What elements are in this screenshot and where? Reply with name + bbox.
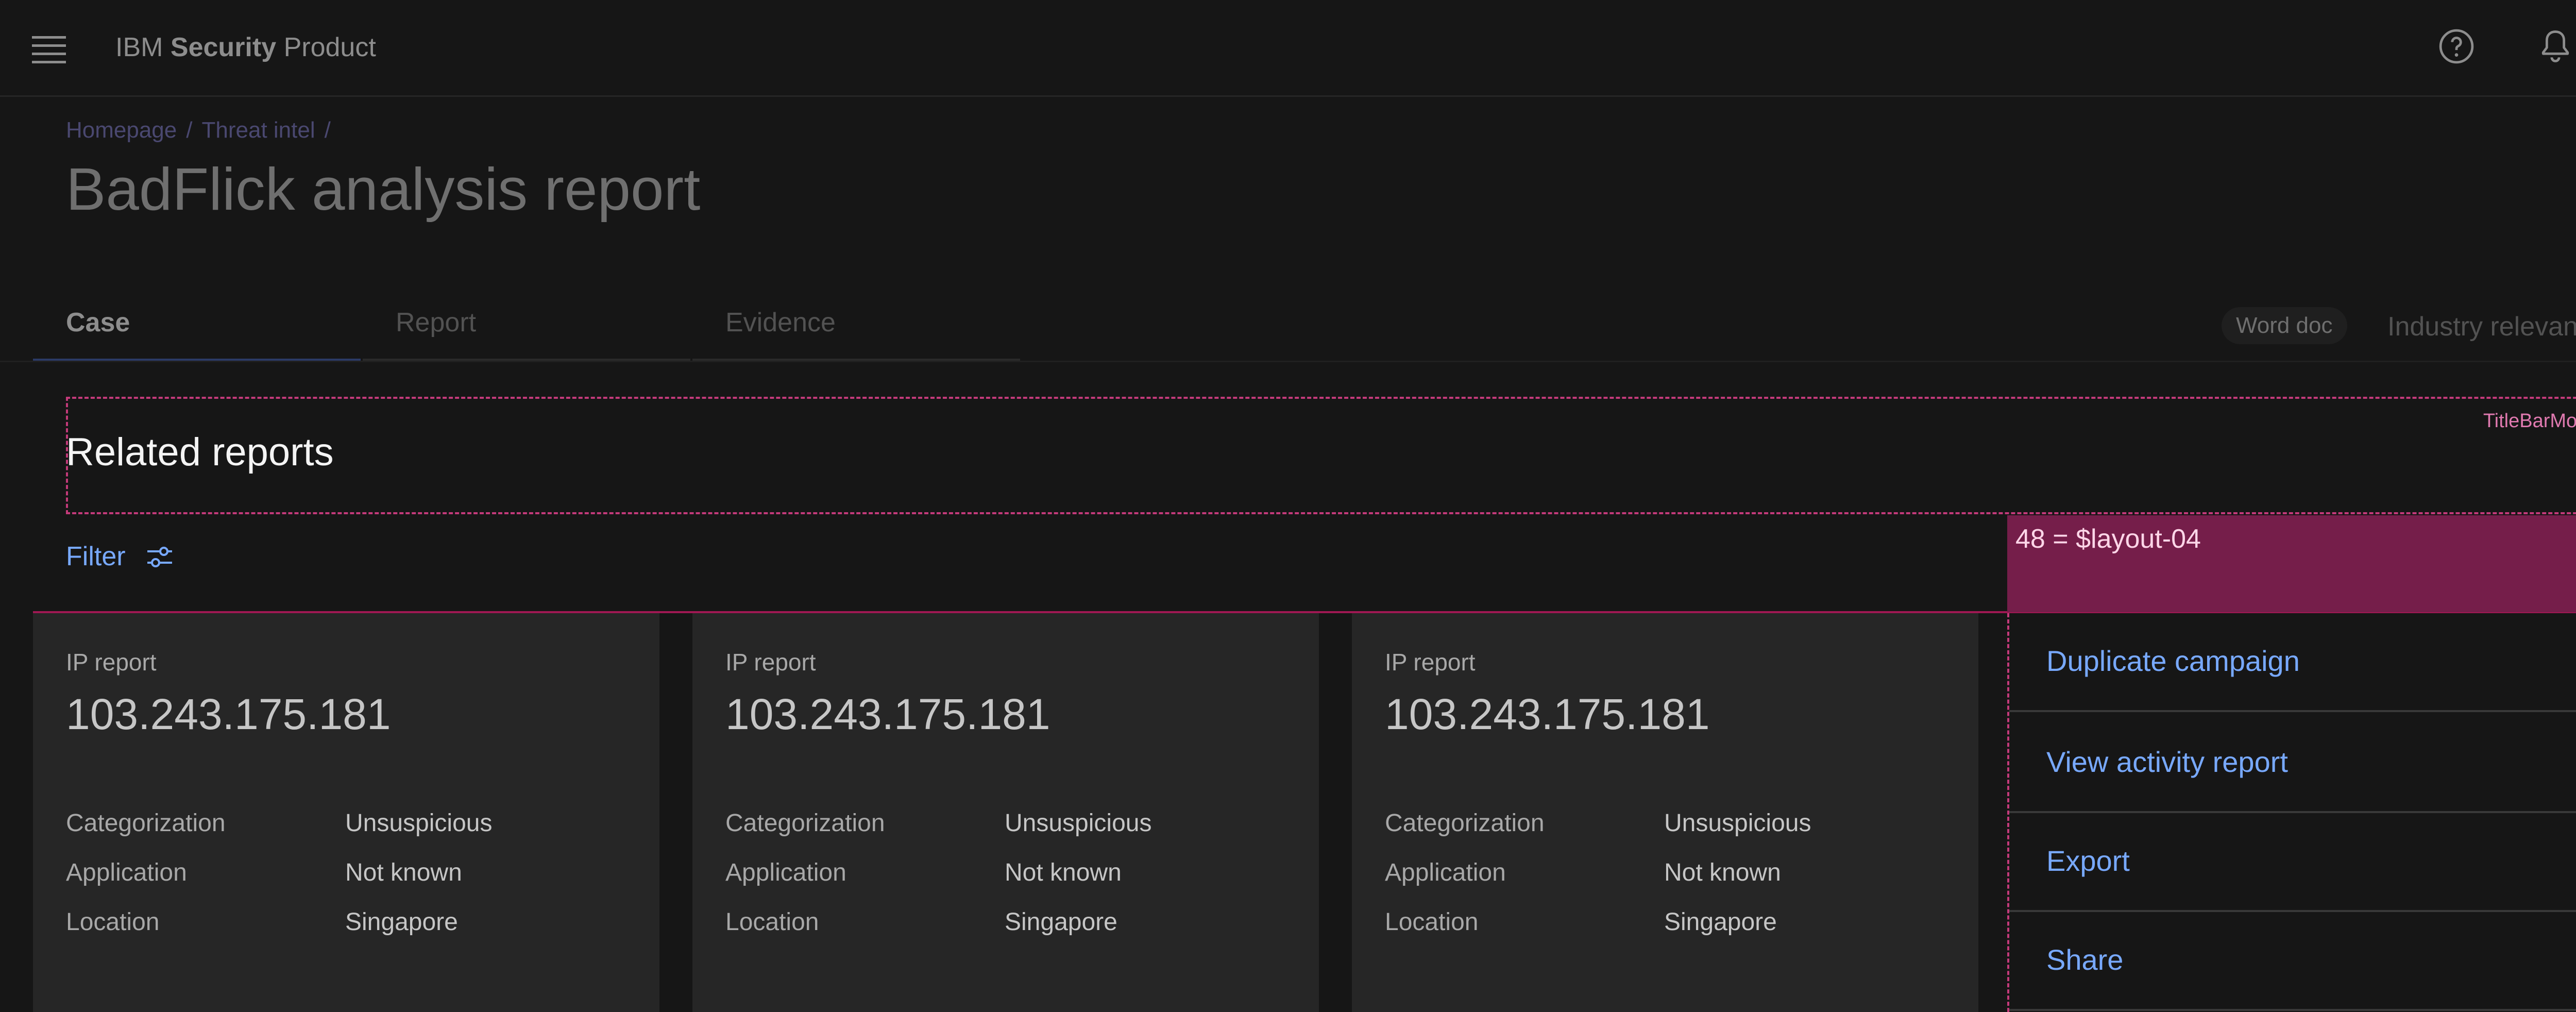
filter-label: Filter [66, 542, 126, 571]
notification-icon[interactable] [2535, 26, 2576, 67]
card-row-value: Singapore [1664, 908, 1777, 936]
tabs-divider [0, 361, 2576, 362]
share-icon [2574, 943, 2576, 976]
card-type: IP report [725, 649, 816, 676]
settings-adjust-icon [147, 547, 172, 567]
card-row-key: Application [1385, 859, 1506, 886]
brand-prefix: IBM [115, 32, 163, 62]
action-label: View activity report [2046, 746, 2288, 778]
card-row-value: Singapore [345, 908, 458, 936]
action-label: Share [2046, 943, 2124, 976]
ip-report-card[interactable]: IP report 103.243.175.181 Categorization… [1352, 613, 1978, 1012]
ip-report-card[interactable]: IP report 103.243.175.181 Categorization… [692, 613, 1319, 1012]
card-row-value: Singapore [1005, 908, 1117, 936]
industry-relevancy-link[interactable]: Industry relevancy [2387, 311, 2576, 342]
card-row-key: Categorization [725, 809, 885, 837]
tab-evidence[interactable]: Evidence [692, 289, 1020, 362]
card-row-key: Application [725, 859, 846, 886]
titlebar-module-outline: TitleBarModule [66, 397, 2576, 514]
action-label: Export [2046, 845, 2130, 877]
spacing-annotation: 48 = $layout-04 [2007, 515, 2576, 612]
breadcrumb-separator: / [186, 117, 193, 143]
breadcrumb-item-threat-intel[interactable]: Threat intel [202, 117, 315, 143]
card-row-key: Location [725, 908, 819, 936]
card-row-value: Not known [345, 859, 462, 886]
app-header: IBM Security Product [0, 0, 2576, 97]
tab-label: Report [396, 308, 477, 338]
duplicate-campaign-action[interactable]: Duplicate campaign [2009, 613, 2576, 712]
card-type: IP report [1385, 649, 1476, 676]
card-row-key: Categorization [1385, 809, 1545, 837]
titlebar-module-tag: TitleBarModule [2483, 410, 2576, 432]
view-activity-report-action[interactable]: View activity report [2009, 714, 2576, 813]
export-action[interactable]: Export [2009, 813, 2576, 912]
spacing-annotation-text: 48 = $layout-04 [2015, 524, 2201, 554]
actions-list: Duplicate campaign View activity report … [2007, 613, 2576, 1012]
card-ip-address: 103.243.175.181 [1385, 690, 1710, 738]
tab-report[interactable]: Report [363, 289, 690, 362]
card-type: IP report [66, 649, 157, 676]
card-row-key: Application [66, 859, 187, 886]
page-title: BadFlick analysis report [66, 156, 701, 223]
card-row-value: Unsuspicious [345, 809, 493, 837]
breadcrumb-item-homepage[interactable]: Homepage [66, 117, 177, 143]
breadcrumb-separator: / [324, 117, 331, 143]
tab-case[interactable]: Case [33, 289, 361, 362]
card-ip-address: 103.243.175.181 [725, 690, 1050, 738]
upload-icon [2574, 844, 2576, 877]
share-action[interactable]: Share [2009, 912, 2576, 1011]
card-row-value: Not known [1005, 859, 1122, 886]
filter-button[interactable]: Filter [66, 540, 176, 573]
activity-icon [2574, 745, 2576, 778]
card-row-value: Unsuspicious [1005, 809, 1152, 837]
brand-bold: Security [170, 32, 277, 62]
card-row-value: Not known [1664, 859, 1781, 886]
related-reports-title: Related reports [66, 430, 334, 474]
menu-icon[interactable] [32, 36, 66, 63]
card-row-key: Location [66, 908, 160, 936]
action-label: Duplicate campaign [2046, 645, 2300, 677]
card-row-value: Unsuspicious [1664, 809, 1811, 837]
brand-suffix: Product [283, 32, 376, 62]
breadcrumb: Homepage / Threat intel / [66, 117, 340, 143]
tab-label: Case [66, 308, 130, 338]
help-icon[interactable] [2436, 26, 2477, 67]
copy-icon [2574, 644, 2576, 677]
card-ip-address: 103.243.175.181 [66, 690, 391, 738]
card-row-key: Location [1385, 908, 1479, 936]
word-doc-tag[interactable]: Word doc [2222, 307, 2347, 344]
card-row-key: Categorization [66, 809, 226, 837]
product-name[interactable]: IBM Security Product [115, 32, 376, 63]
tab-label: Evidence [725, 308, 836, 338]
ip-report-card[interactable]: IP report 103.243.175.181 Categorization… [33, 613, 659, 1012]
